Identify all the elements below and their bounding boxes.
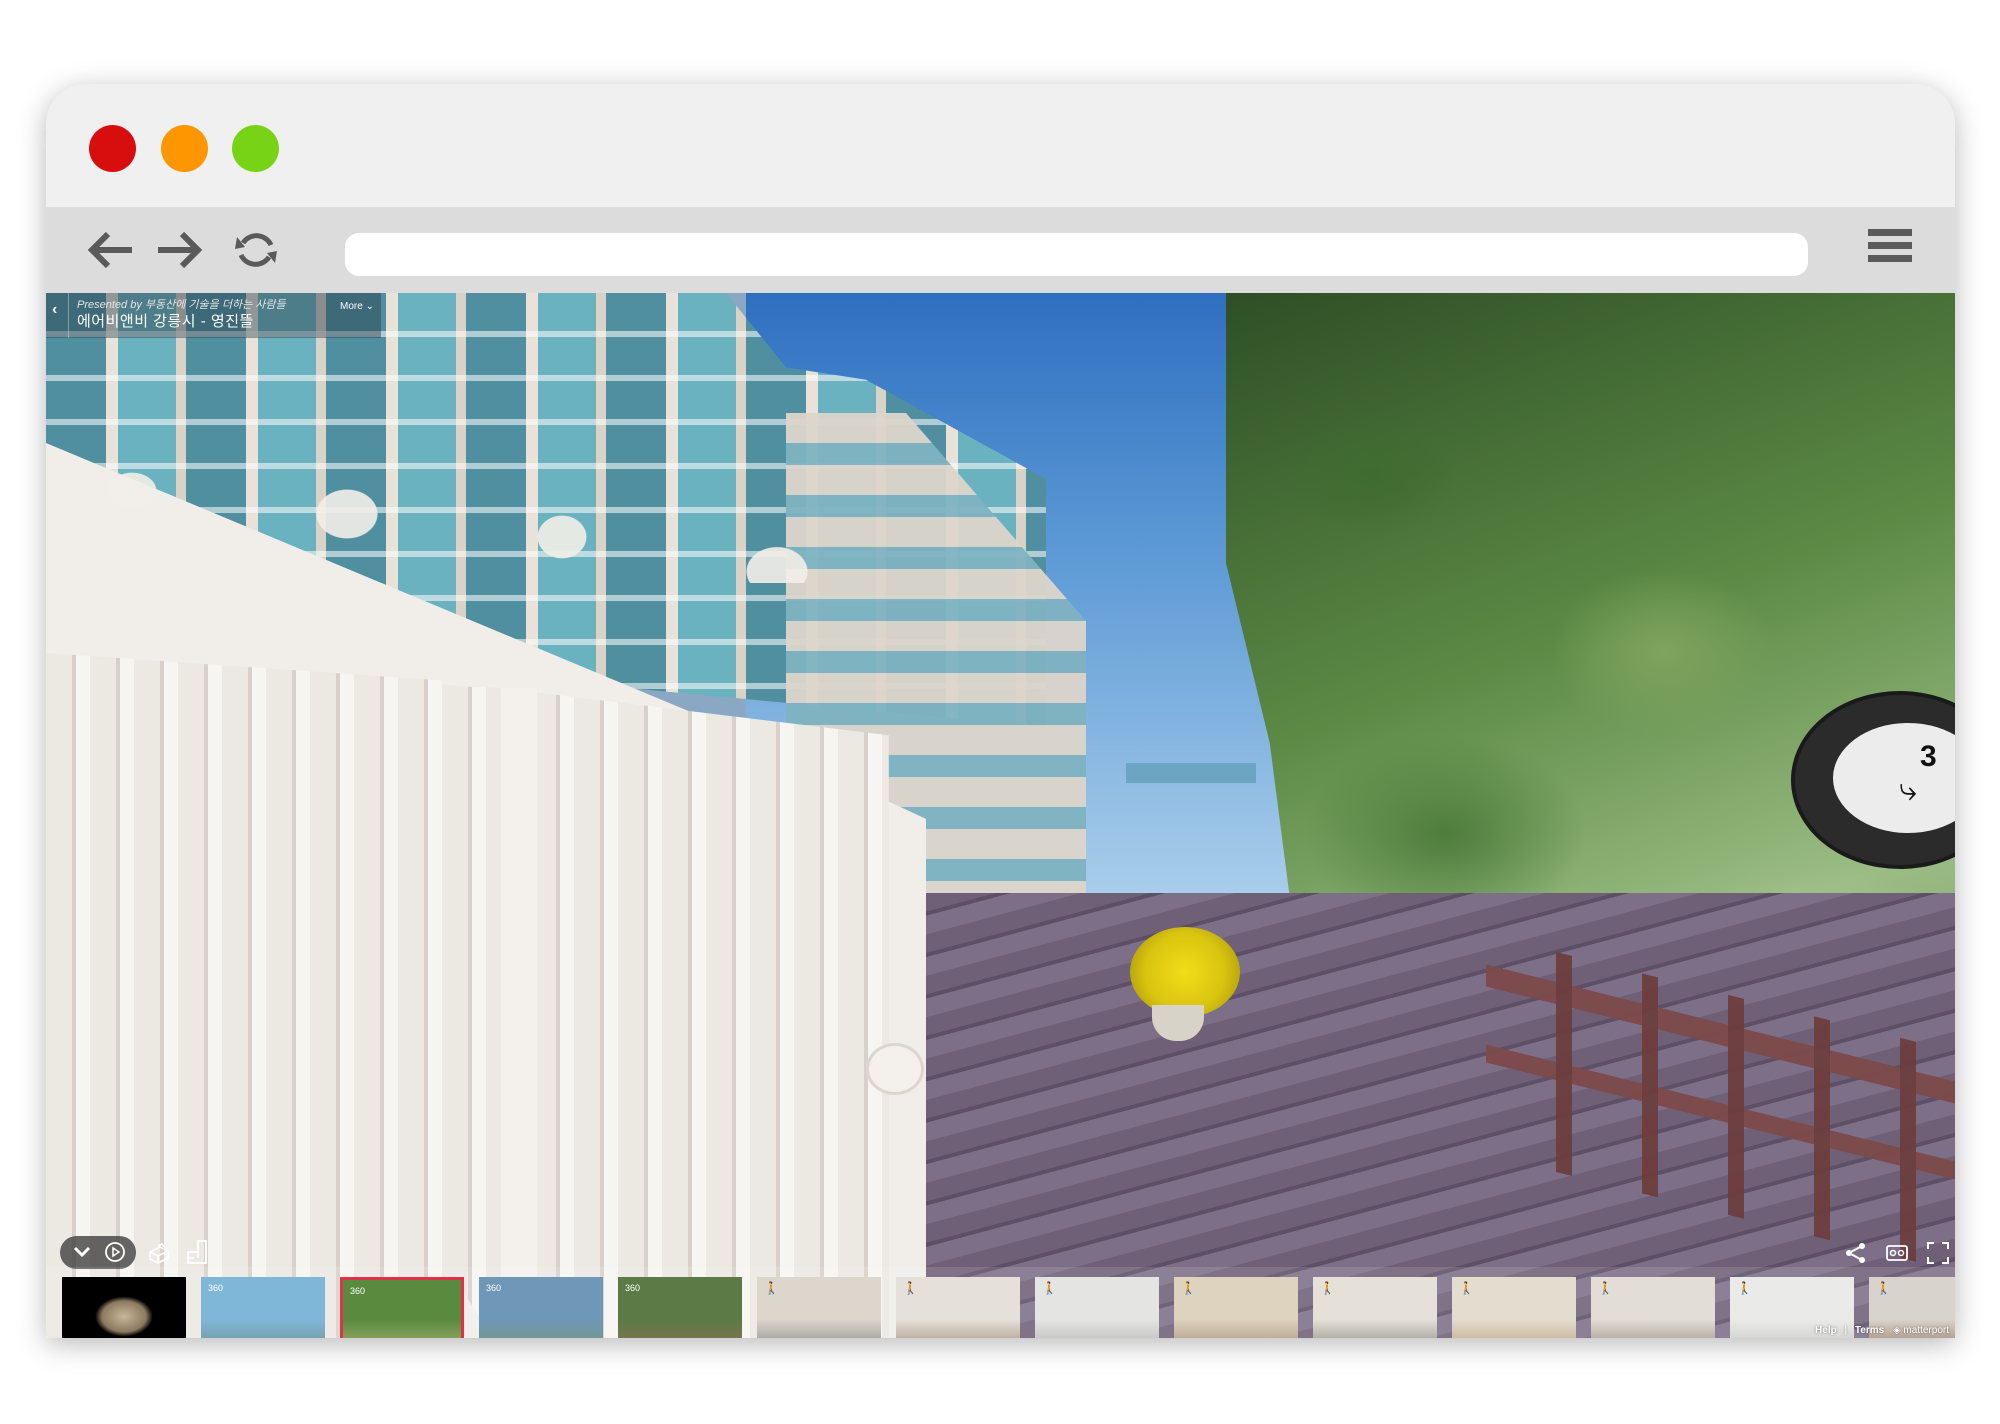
highlight-thumbnail[interactable]: 360 [479, 1277, 603, 1338]
share-button[interactable] [1845, 1242, 1867, 1264]
matterport-logo-icon[interactable]: ◈ matterport [1893, 1325, 1949, 1336]
play-tour-button[interactable] [104, 1241, 126, 1263]
chevron-left-icon[interactable]: ‹ [52, 301, 57, 319]
browser-toolbar [46, 207, 1955, 293]
walk-person-icon: 🚶 [1598, 1281, 1613, 1295]
share-icon [1846, 1243, 1865, 1263]
highlight-thumbnail[interactable]: 🚶Bathroom [1035, 1277, 1159, 1338]
tour-title: 에어비앤비 강릉시 - 영진뜰 [77, 313, 254, 330]
browser-window: ‹ Presented by 부동산에 기술을 더하는 사람들 More ⌄ 에… [46, 84, 1955, 1338]
walk-person-icon: 🚶 [1876, 1281, 1891, 1295]
play-circle-icon [105, 1242, 125, 1262]
help-link[interactable]: Help [1815, 1325, 1837, 1336]
highlight-thumbnail[interactable]: 🚶Bedroom [1452, 1277, 1576, 1338]
rotate-360-badge-icon [1833, 723, 1955, 833]
walk-person-icon: 🚶 [1181, 1281, 1196, 1295]
chevron-down-icon: ⌄ [365, 301, 374, 312]
scene-fence-slats [46, 653, 889, 1338]
floorplan-icon [187, 1240, 207, 1264]
fullscreen-button[interactable] [1926, 1241, 1950, 1265]
forward-button[interactable] [154, 227, 204, 273]
highlight-thumbnail[interactable]: 🚶Bedroom [1313, 1277, 1437, 1338]
collapse-highlights-button[interactable] [72, 1240, 92, 1262]
walk-person-icon: 🚶 [903, 1281, 918, 1295]
rotate-arrow-icon: ⤷ [1899, 771, 1917, 807]
arrow-left-icon [87, 231, 132, 269]
rotate-360-icon: 360 [208, 1283, 224, 1293]
highlight-thumbnail[interactable]: 🚶Living Room [896, 1277, 1020, 1338]
address-bar[interactable] [345, 233, 1808, 276]
scene-fence-post [501, 688, 537, 1338]
dollhouse-icon [149, 1242, 169, 1264]
chevron-down-icon [73, 1246, 91, 1258]
fullscreen-icon [1927, 1242, 1949, 1264]
panorama-viewport[interactable]: ‹ Presented by 부동산에 기술을 더하는 사람들 More ⌄ 에… [46, 293, 1955, 1338]
reload-button[interactable] [231, 227, 281, 273]
highlight-thumbnail[interactable]: Dollhouse View [62, 1277, 186, 1338]
rotate-360-icon: 360 [625, 1283, 641, 1293]
close-window-button[interactable] [89, 125, 136, 172]
scene-flower-pot [1130, 927, 1240, 1017]
highlight-thumbnail[interactable]: 360 [201, 1277, 325, 1338]
tour-title-overlay: ‹ Presented by 부동산에 기술을 더하는 사람들 More ⌄ 에… [46, 293, 381, 338]
highlight-thumbnail[interactable]: 🚶Bedroom [1591, 1277, 1715, 1338]
back-button[interactable] [86, 227, 136, 273]
vr-mode-button[interactable] [1885, 1243, 1909, 1263]
highlight-thumbnail[interactable]: 360 [618, 1277, 742, 1338]
highlight-thumbnail[interactable]: 🚶Kitchen [1174, 1277, 1298, 1338]
scene-sea [1126, 763, 1256, 783]
browser-menu-button[interactable] [1868, 229, 1912, 269]
highlight-reel: Dollhouse View 360 360 360 360 🚶Living Room🚶L… [46, 1267, 1955, 1338]
scene-gate-knob [866, 1043, 924, 1095]
terms-link[interactable]: Terms [1855, 1325, 1884, 1336]
rotate-360-icon: 360 [486, 1283, 502, 1293]
reload-icon [235, 233, 277, 267]
badge-number: 3 [1920, 740, 1937, 773]
arrow-right-icon [158, 231, 203, 269]
walk-person-icon: 🚶 [1459, 1281, 1474, 1295]
floorplan-view-button[interactable] [184, 1238, 210, 1266]
hamburger-menu-icon [1868, 229, 1912, 236]
walk-person-icon: 🚶 [764, 1281, 779, 1295]
more-button[interactable]: More ⌄ [340, 301, 374, 312]
viewer-footer: Help | Terms ◈ matterport [1815, 1325, 1949, 1336]
walk-person-icon: 🚶 [1042, 1281, 1057, 1295]
highlight-thumbnail[interactable]: 🚶Living Room [757, 1277, 881, 1338]
minimize-window-button[interactable] [161, 125, 208, 172]
title-bar [46, 84, 1955, 207]
scene-fence-ornament [46, 353, 906, 583]
dollhouse-view-button[interactable] [146, 1238, 172, 1266]
walk-person-icon: 🚶 [1320, 1281, 1335, 1295]
highlight-thumbnail[interactable]: 360 [340, 1277, 464, 1338]
divider [68, 293, 69, 338]
walk-person-icon: 🚶 [1737, 1281, 1752, 1295]
vr-headset-icon [1886, 1245, 1908, 1261]
tour-playback-controls [60, 1236, 136, 1269]
maximize-window-button[interactable] [232, 125, 279, 172]
rotate-360-icon: 360 [350, 1286, 366, 1296]
